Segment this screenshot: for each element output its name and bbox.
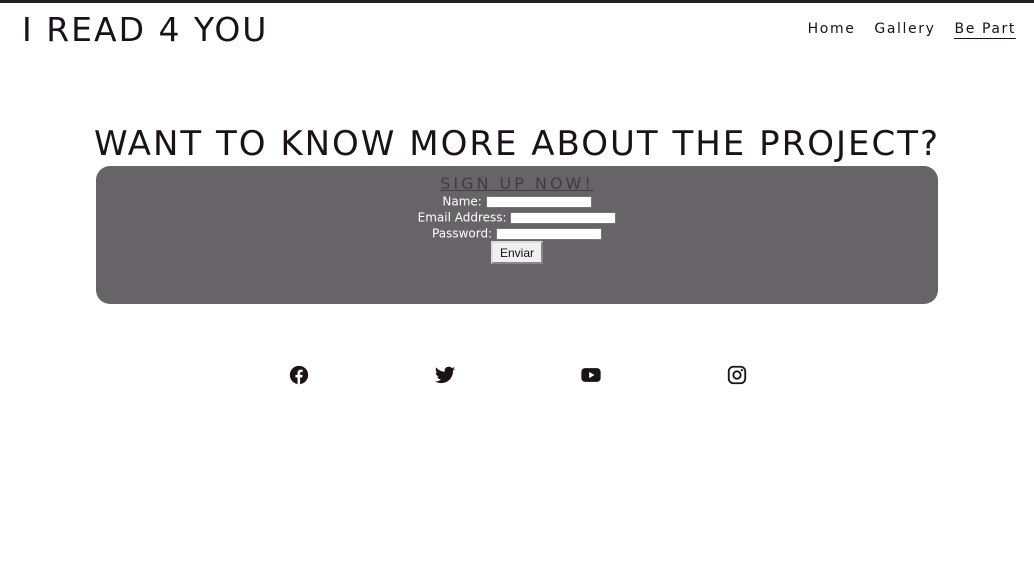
top-border: [0, 0, 1034, 3]
password-input[interactable]: [495, 227, 602, 240]
site-logo[interactable]: I READ 4 YOU: [22, 10, 268, 49]
nav-item-home[interactable]: Home: [808, 21, 856, 39]
password-row: Password:: [96, 226, 938, 241]
email-label: Email Address:: [417, 210, 507, 225]
password-label: Password:: [432, 226, 493, 241]
instagram-icon[interactable]: [726, 364, 748, 386]
signup-panel: SIGN UP NOW! Name: Email Address: Passwo…: [96, 166, 938, 304]
name-input[interactable]: [485, 195, 592, 208]
name-row: Name:: [96, 194, 938, 209]
email-row: Email Address:: [96, 210, 938, 225]
email-input[interactable]: [510, 211, 617, 224]
name-label: Name:: [442, 194, 482, 209]
nav-item-be-part[interactable]: Be Part: [954, 21, 1016, 39]
page-headline: WANT TO KNOW MORE ABOUT THE PROJECT?: [93, 124, 941, 164]
social-links: [0, 364, 1034, 388]
signup-title: SIGN UP NOW!: [96, 174, 938, 193]
nav-item-gallery[interactable]: Gallery: [874, 21, 935, 39]
submit-button[interactable]: Enviar: [491, 241, 543, 264]
facebook-icon[interactable]: [288, 364, 310, 386]
youtube-icon[interactable]: [580, 364, 602, 386]
twitter-icon[interactable]: [434, 364, 456, 386]
signup-title-text: SIGN UP NOW!: [440, 174, 594, 193]
main-nav: Home Gallery Be Part: [808, 21, 1016, 39]
